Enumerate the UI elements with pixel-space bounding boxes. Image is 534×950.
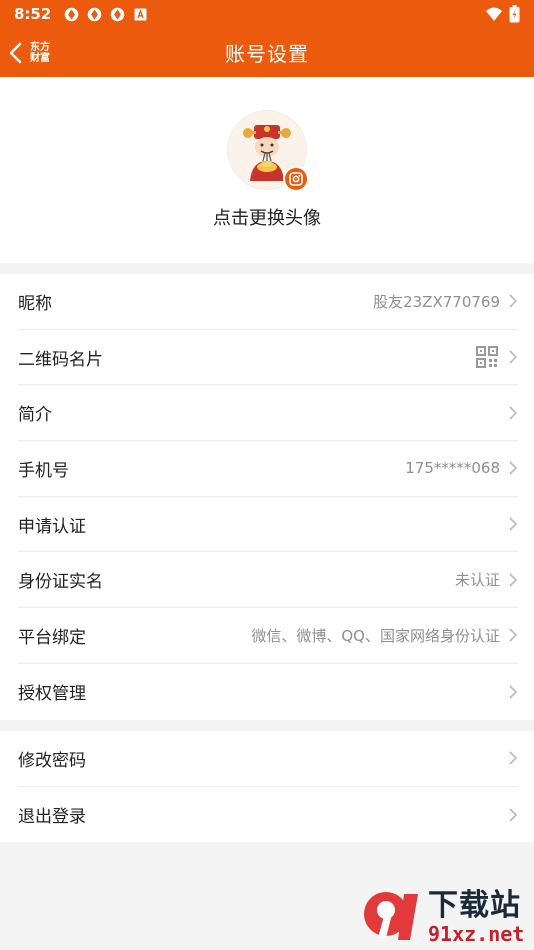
row-label: 授权管理 [18,684,86,705]
change-password-row[interactable]: 修改密码 [18,731,518,787]
app-notification-icon [88,7,102,21]
row-value: 微信、微博、QQ、国家网络身份认证 [251,626,500,645]
back-button[interactable]: 东方 财富 [6,28,50,77]
brand-line-1: 东方 [30,41,50,53]
row-label: 平台绑定 [18,627,86,648]
watermark-url: 91xz.net [428,922,525,946]
row-value: 股友23ZX770769 [373,292,500,311]
row-label: 修改密码 [18,750,86,771]
app-notification-icon [65,7,79,21]
chevron-right-icon [509,628,518,643]
row-label: 昵称 [18,293,52,314]
chevron-right-icon [509,807,518,822]
page-title: 账号设置 [225,42,309,66]
notification-icons [63,6,149,23]
settings-list: 昵称 股友23ZX770769 二维码名片 简介 手机号 175*****068… [0,274,534,720]
qr-card-row[interactable]: 二维码名片 [18,330,518,386]
row-label: 申请认证 [18,516,86,537]
watermark-logo-icon [364,892,418,940]
chevron-right-icon [509,751,518,765]
nickname-row[interactable]: 昵称 股友23ZX770769 [18,274,518,330]
row-value: 175*****068 [405,459,500,478]
row-value: 未认证 [454,571,500,590]
authorization-management-row[interactable]: 授权管理 [18,664,518,720]
logout-row[interactable]: 退出登录 [18,787,518,843]
app-notification-icon [111,7,125,21]
battery-icon [509,5,520,23]
chevron-right-icon [509,573,518,587]
avatar-button[interactable] [227,110,309,192]
apply-verification-row[interactable]: 申请认证 [18,497,518,553]
row-label: 退出登录 [18,807,86,828]
bio-row[interactable]: 简介 [18,385,518,442]
row-label: 手机号 [18,460,69,481]
chevron-right-icon [509,406,518,420]
change-avatar-label[interactable]: 点击更换头像 [213,204,321,230]
font-notification-icon [134,8,147,20]
qr-code-icon [476,346,498,369]
camera-icon [283,166,309,192]
chevron-right-icon [509,685,518,699]
wifi-icon [486,7,502,21]
row-label: 身份证实名 [18,572,103,593]
watermark-text: 下载站 [428,888,521,923]
title-bar: 东方 财富 账号设置 [0,28,534,77]
chevron-right-icon [509,350,518,364]
watermark: 下载站 91xz.net [360,886,532,948]
brand-line-2: 财富 [30,52,50,64]
chevron-right-icon [509,517,518,531]
phone-row[interactable]: 手机号 175*****068 [18,441,518,497]
id-real-name-row[interactable]: 身份证实名 未认证 [18,552,518,609]
status-time: 8:52 [14,5,52,23]
row-label: 简介 [18,405,52,426]
avatar-section: 点击更换头像 [0,77,534,263]
platform-binding-row[interactable]: 平台绑定 微信、微博、QQ、国家网络身份认证 [18,608,518,664]
system-icons [485,5,520,23]
account-actions-list: 修改密码 退出登录 [0,731,534,842]
chevron-right-icon [509,461,518,475]
chevron-left-icon [9,42,22,63]
brand-logo: 东方 财富 [30,42,50,64]
status-bar: 8:52 [0,0,534,28]
chevron-right-icon [509,294,518,308]
row-label: 二维码名片 [18,349,103,370]
